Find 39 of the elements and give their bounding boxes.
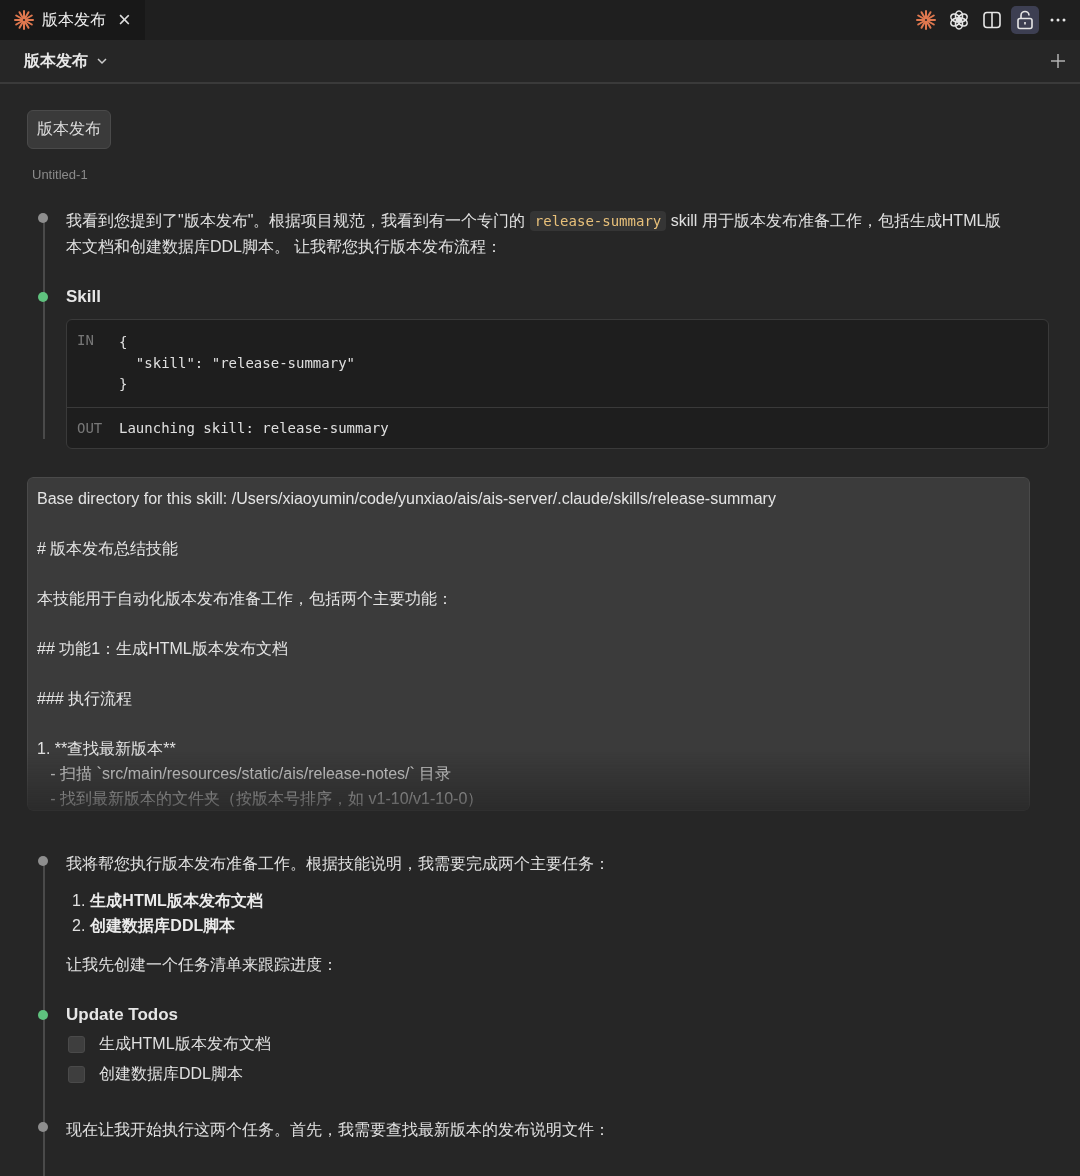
asterisk-icon	[916, 10, 936, 30]
knot-icon	[948, 9, 970, 31]
skill-output-text: # 版本发布总结技能	[37, 539, 180, 559]
chevron-down-icon	[96, 57, 108, 65]
checkbox[interactable]	[68, 1035, 85, 1053]
close-button[interactable]: ×	[114, 9, 135, 31]
editor-tab[interactable]: 版本发布 ×	[0, 0, 145, 40]
output-text: Launching skill: release-summary	[119, 420, 389, 436]
plus-icon	[1050, 53, 1066, 69]
session-dropdown[interactable]: 版本发布	[24, 50, 108, 72]
message-text: 让我先创建一个任务清单来跟踪进度：	[66, 955, 339, 975]
list-number: 1.	[72, 891, 86, 911]
list-item-text: 生成HTML版本发布文档	[90, 891, 263, 911]
checkbox[interactable]	[68, 1065, 85, 1083]
asterisk-icon	[14, 10, 34, 30]
output-label: OUT	[77, 420, 104, 436]
lock-icon	[1016, 10, 1034, 30]
skill-output-text: 本技能用于自动化版本发布准备工作，包括两个主要功能：	[37, 589, 454, 609]
input-label: IN	[77, 332, 95, 350]
todo-text: 生成HTML版本发布文档	[99, 1034, 271, 1054]
skill-output-text: 1. **查找最新版本** - 扫描 `src/main/resources/static/ais/release-notes/` 目录 - 找到最新版本的文件夹（按版本号排序，如 v1-10/v1-10-0）	[37, 739, 485, 809]
skill-output-text: ## 功能1：生成HTML版本发布文档	[37, 639, 289, 659]
tool-title: Update Todos	[66, 1005, 180, 1025]
skill-output-text: ### 执行流程	[37, 689, 134, 709]
split-panel-icon	[982, 10, 1002, 30]
lock-button[interactable]	[1011, 6, 1039, 34]
message-text: 现在让我开始执行这两个任务。首先，我需要查找最新版本的发布说明文件：	[66, 1120, 611, 1140]
input-code: { "skill": "release-summary" }	[119, 333, 355, 394]
file-name: Untitled-1	[32, 167, 89, 182]
message-text: 我将帮您执行版本发布准备工作。根据技能说明，我需要完成两个主要任务：	[66, 854, 611, 874]
ellipsis-icon	[1049, 17, 1067, 23]
list-number: 2.	[72, 916, 86, 936]
todo-text: 创建数据库DDL脚本	[99, 1064, 243, 1084]
message-text: 我看到您提到了"版本发布"。根据项目规范，我看到有一个专门的 release-summary skill 用于版本发布准备工作，包括生成HTML版本文档和创建数据库DDL脚本。 让我帮您执行版本发布流程：	[66, 210, 1003, 257]
skill-output-text: Base directory for this skill: /Users/xiaoyumin/code/yunxiao/ais/ais-server/.claude/skills/release-summary	[37, 489, 777, 509]
prompt-chip: 版本发布	[27, 110, 111, 149]
list-item-text: 创建数据库DDL脚本	[90, 916, 236, 936]
tool-title: Skill	[66, 287, 102, 307]
inline-code: release-summary	[529, 211, 667, 231]
